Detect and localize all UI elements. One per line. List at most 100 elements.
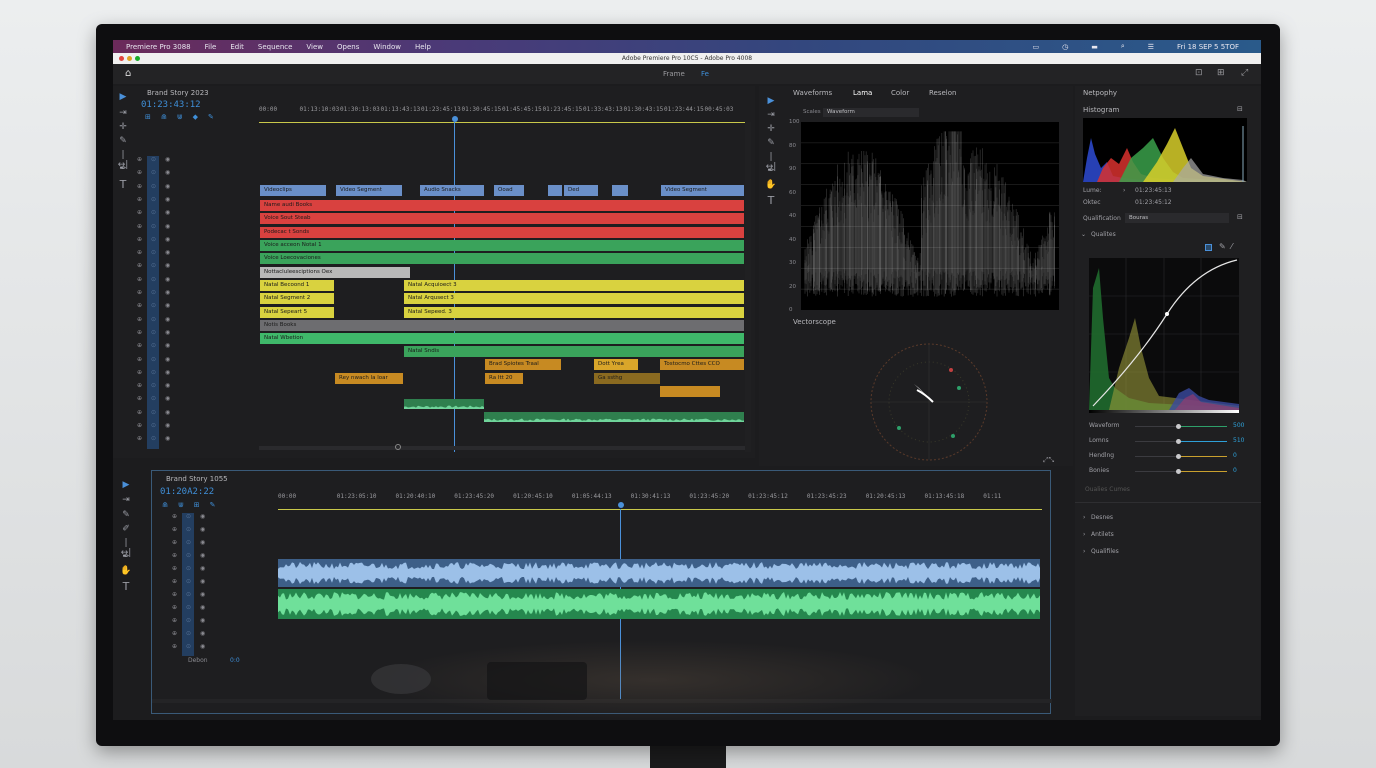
lock-icon[interactable]: ⊕ (172, 578, 177, 585)
clip-small-1[interactable] (548, 185, 562, 196)
menu-edit[interactable]: Edit (230, 43, 244, 51)
lock-icon[interactable]: ⊕ (172, 630, 177, 637)
audio-clip-small-2[interactable] (484, 412, 744, 422)
lock-icon[interactable]: ⊕ (137, 356, 142, 363)
lock-icon[interactable]: ⊕ (137, 422, 142, 429)
close-window-button[interactable] (119, 56, 124, 61)
lock-icon[interactable]: ⊕ (137, 342, 142, 349)
lock-icon[interactable]: ⊕ (137, 382, 142, 389)
slider-value[interactable]: 510 (1233, 437, 1244, 444)
eye-icon[interactable]: ◉ (165, 183, 170, 190)
slider-value[interactable]: 0 (1233, 452, 1237, 459)
scope-tab-waveforms[interactable]: Waveforms (793, 89, 832, 97)
qualification-menu-icon[interactable]: ⊟ (1237, 213, 1243, 221)
lock-icon[interactable]: ⊕ (137, 302, 142, 309)
eye-icon[interactable]: ◉ (165, 236, 170, 243)
clip-video-segment[interactable]: Video Segment (336, 185, 402, 196)
workspace-tab-fe[interactable]: Fe (701, 70, 709, 78)
eye-icon[interactable]: ◉ (200, 630, 205, 637)
clip-green-2[interactable]: Voice Loecovaciones (260, 253, 744, 264)
bottom-playhead-handle[interactable] (618, 502, 624, 508)
menu-app[interactable]: Premiere Pro 3088 (126, 43, 191, 51)
lock-icon[interactable]: ⊕ (137, 262, 142, 269)
razor-tool-icon[interactable]: ✎ (117, 136, 129, 146)
control-center-icon[interactable]: ☰ (1148, 43, 1154, 51)
track-target-column[interactable] (182, 513, 194, 656)
top-ruler[interactable]: 00:00 01:13:10:03 01:30:13:03 01:13:43:13 01… (259, 106, 745, 118)
antilets-chevron-icon[interactable]: › (1083, 531, 1085, 538)
qualifiles-section[interactable]: Qualifiles (1091, 548, 1119, 555)
clip-orange-1[interactable]: Brad Spiotes Traal (485, 359, 561, 370)
scope-type-select[interactable]: Waveform (823, 108, 919, 117)
lock-icon[interactable]: ⊕ (172, 617, 177, 624)
eye-icon[interactable]: ◉ (165, 262, 170, 269)
scope-pen-icon[interactable]: ✒ (765, 166, 777, 176)
scroll-handle-left[interactable] (395, 444, 401, 450)
clip-green-4[interactable]: Natal Sndis (404, 346, 744, 357)
lock-icon[interactable]: ⊕ (137, 289, 142, 296)
scope-select-icon[interactable]: ▶ (765, 96, 777, 106)
eye-icon[interactable]: ◉ (165, 169, 170, 176)
top-h-scrollbar[interactable] (259, 444, 745, 450)
slider-knob[interactable] (1176, 454, 1182, 459)
clip-videoclips[interactable]: Videoclips (260, 185, 326, 196)
slider-value[interactable]: 0 (1233, 467, 1237, 474)
top-v-scrollbar[interactable] (745, 122, 751, 452)
qualites-section[interactable]: Qualites (1091, 231, 1116, 238)
scope-tab-lama[interactable]: Lama (853, 89, 872, 97)
audio-track-green[interactable] (278, 589, 1040, 619)
eye-icon[interactable]: ◉ (200, 513, 205, 520)
clip-yellow-4[interactable]: Natal Acquioect 3 (404, 280, 744, 291)
scope-tab-color[interactable]: Color (891, 89, 909, 97)
eye-icon[interactable]: ◉ (165, 276, 170, 283)
lock-icon[interactable]: ⊕ (137, 169, 142, 176)
scope-hand-icon[interactable]: ✋ (765, 180, 777, 190)
type-tool-icon[interactable]: T (117, 178, 129, 191)
clip-yellow-6[interactable]: Natal Sepeed. 3 (404, 307, 744, 318)
share-icon[interactable]: ⊡ (1195, 68, 1203, 78)
slider-knob[interactable] (1176, 469, 1182, 474)
pencil-icon[interactable]: ✎ (1219, 242, 1226, 251)
eye-icon[interactable]: ◉ (165, 316, 170, 323)
menu-file[interactable]: File (205, 43, 217, 51)
desnes-section[interactable]: Desnes (1091, 514, 1113, 521)
menu-sequence[interactable]: Sequence (258, 43, 293, 51)
clip-orange-7[interactable] (660, 386, 720, 397)
clip-ooad[interactable]: Ooad (494, 185, 524, 196)
clip-green-3[interactable]: Natal Wbetion (260, 333, 744, 344)
lock-icon[interactable]: ⊕ (172, 539, 177, 546)
eye-icon[interactable]: ◉ (165, 342, 170, 349)
eye-icon[interactable]: ◉ (200, 526, 205, 533)
search-icon[interactable]: ⌕ (1121, 42, 1125, 51)
bottom-sequence-name[interactable]: Brand Story 1055 (166, 475, 228, 483)
clip-yellow-2[interactable]: Natal Segment 2 (260, 293, 334, 304)
ripple-edit-icon[interactable]: ✛ (117, 122, 129, 132)
expand-icon[interactable]: ⤢ (1241, 68, 1248, 78)
clip-red-1[interactable]: Name audi Books (260, 200, 744, 211)
histogram-menu-icon[interactable]: ⊟ (1237, 105, 1243, 113)
eye-icon[interactable]: ◉ (200, 643, 205, 650)
lock-icon[interactable]: ⊕ (172, 526, 177, 533)
clip-green-1[interactable]: Voice acceon Notal 1 (260, 240, 744, 251)
bottom-work-area-bar[interactable] (278, 509, 1042, 510)
eye-icon[interactable]: ◉ (200, 578, 205, 585)
lock-icon[interactable]: ⊕ (137, 316, 142, 323)
lock-icon[interactable]: ⊕ (137, 409, 142, 416)
work-area-bar[interactable] (259, 122, 745, 123)
sequence-timecode[interactable]: 01:23:43:12 (141, 100, 201, 110)
clip-yellow-5[interactable]: Natal Arqusect 3 (404, 293, 744, 304)
lock-icon[interactable]: ⊕ (172, 604, 177, 611)
scope-track-icon[interactable]: ⇥ (765, 110, 777, 120)
timeline-settings-icons[interactable]: ⊞⋒⋓◆✎ (145, 113, 224, 121)
eye-icon[interactable]: ◉ (165, 329, 170, 336)
lume-value[interactable]: 01:23:45:13 (1135, 187, 1172, 194)
eyedropper-icon[interactable]: ⁄ (1231, 242, 1232, 251)
lock-icon[interactable]: ⊕ (137, 156, 142, 163)
clock-icon[interactable]: ◷ (1062, 43, 1068, 51)
eye-icon[interactable]: ◉ (165, 289, 170, 296)
bottom-type-tool-icon[interactable]: T (120, 580, 132, 593)
clip-red-2[interactable]: Voice Sout Steab (260, 213, 744, 224)
menu-opens[interactable]: Opens (337, 43, 359, 51)
section-chevron-icon[interactable]: ⌄ (1081, 231, 1086, 238)
display-icon[interactable]: ▭ (1032, 43, 1039, 51)
